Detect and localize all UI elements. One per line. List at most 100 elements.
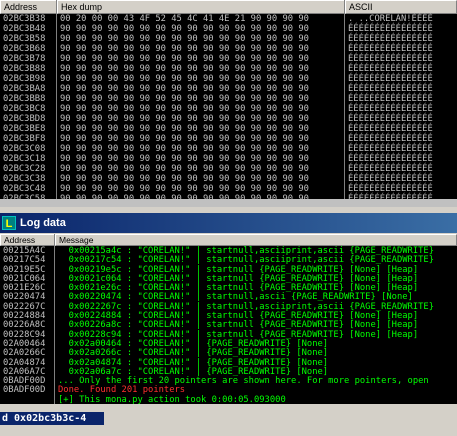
dump-ascii-text: ÉÉÉÉÉÉÉÉÉÉÉÉÉÉÉÉ <box>348 54 433 64</box>
dump-ascii-text: ÉÉÉÉÉÉÉÉÉÉÉÉÉÉÉÉ <box>348 24 433 34</box>
dump-address: 02BC3C28 <box>3 164 46 174</box>
dump-row[interactable]: 02BC3C48 90 90 90 90 90 90 90 90 90 90 90… <box>0 184 457 194</box>
column-header-address[interactable]: Address <box>0 0 57 14</box>
log-rows: 00215A4C 0x00215a4c : "CORELAN!" | start… <box>0 246 457 404</box>
dump-address: 02BC3B58 <box>3 34 46 44</box>
log-row[interactable]: 02A00464 0x02a00464 : "CORELAN!" | {PAGE… <box>0 339 457 349</box>
dump-row[interactable]: 02BC3BF8 90 90 90 90 90 90 90 90 90 90 90… <box>0 134 457 144</box>
dump-address: 02BC3B48 <box>3 24 46 34</box>
dump-address: 02BC3BD8 <box>3 114 46 124</box>
dump-ascii-text: ÉÉÉÉÉÉÉÉÉÉÉÉÉÉÉÉ <box>348 124 433 134</box>
dump-hex-bytes: 90 90 90 90 90 90 90 90 90 90 90 90 90 9… <box>60 114 309 124</box>
dump-ascii-text: ÉÉÉÉÉÉÉÉÉÉÉÉÉÉÉÉ <box>348 154 433 164</box>
dump-row[interactable]: 02BC3BA8 90 90 90 90 90 90 90 90 90 90 90… <box>0 84 457 94</box>
dump-hex-bytes: 90 90 90 90 90 90 90 90 90 90 90 90 90 9… <box>60 134 309 144</box>
dump-hex-bytes: 90 90 90 90 90 90 90 90 90 90 90 90 90 9… <box>60 84 309 94</box>
column-header-ascii[interactable]: ASCII <box>345 0 457 14</box>
dump-row[interactable]: 02BC3B38 00 20 00 00 43 4F 52 45 4C 41 4E… <box>0 14 457 24</box>
dump-ascii-text: ÉÉÉÉÉÉÉÉÉÉÉÉÉÉÉÉ <box>348 74 433 84</box>
log-row[interactable]: 00224884 0x00224884 : "CORELAN!" | start… <box>0 311 457 321</box>
dump-ascii-text: ÉÉÉÉÉÉÉÉÉÉÉÉÉÉÉÉ <box>348 34 433 44</box>
log-row[interactable]: 0BADF00D Done. Found 201 pointers <box>0 385 457 395</box>
log-data-pane[interactable]: Address Message 00215A4C 0x00215a4c : "C… <box>0 234 457 404</box>
dump-address: 02BC3B78 <box>3 54 46 64</box>
dump-address: 02BC3BA8 <box>3 84 46 94</box>
dump-hex-bytes: 90 90 90 90 90 90 90 90 90 90 90 90 90 9… <box>60 174 309 184</box>
column-header-message[interactable]: Message <box>55 234 457 246</box>
dump-ascii-text: ÉÉÉÉÉÉÉÉÉÉÉÉÉÉÉÉ <box>348 64 433 74</box>
log-row[interactable]: 00215A4C 0x00215a4c : "CORELAN!" | start… <box>0 246 457 256</box>
dump-address: 02BC3B68 <box>3 44 46 54</box>
dump-address: 02BC3B98 <box>3 74 46 84</box>
log-row[interactable]: 02A04874 0x02a04874 : "CORELAN!" | {PAGE… <box>0 358 457 368</box>
dump-row[interactable]: 02BC3C28 90 90 90 90 90 90 90 90 90 90 90… <box>0 164 457 174</box>
dump-row[interactable]: 02BC3BD8 90 90 90 90 90 90 90 90 90 90 90… <box>0 114 457 124</box>
dump-ascii-text: . ..CORELAN!ÉÉÉÉ <box>348 14 433 24</box>
dump-row[interactable]: 02BC3B98 90 90 90 90 90 90 90 90 90 90 90… <box>0 74 457 84</box>
log-row[interactable]: 0021C064 0x0021c064 : "CORELAN!" | start… <box>0 274 457 284</box>
dump-hex-bytes: 90 90 90 90 90 90 90 90 90 90 90 90 90 9… <box>60 144 309 154</box>
log-row[interactable]: 00220474 0x00220474 : "CORELAN!" | start… <box>0 292 457 302</box>
dump-hex-bytes: 90 90 90 90 90 90 90 90 90 90 90 90 90 9… <box>60 94 309 104</box>
log-row[interactable]: [+] This mona.py action took 0:00:05.093… <box>0 395 457 404</box>
log-row[interactable]: 02A06A7C 0x02a06a7c : "CORELAN!" | {PAGE… <box>0 367 457 377</box>
dump-row[interactable]: 02BC3B88 90 90 90 90 90 90 90 90 90 90 90… <box>0 64 457 74</box>
dump-address: 02BC3BB8 <box>3 94 46 104</box>
log-window-title: Log data <box>20 217 66 229</box>
dump-hex-bytes: 90 90 90 90 90 90 90 90 90 90 90 90 90 9… <box>60 154 309 164</box>
command-bar <box>0 412 457 436</box>
column-header-address[interactable]: Address <box>0 234 55 246</box>
dump-address: 02BC3C18 <box>3 154 46 164</box>
log-row[interactable]: 00217C54 0x00217c54 : "CORELAN!" | start… <box>0 255 457 265</box>
log-window-title-bar[interactable]: L Log data <box>0 213 457 233</box>
dump-row[interactable]: 02BC3C08 90 90 90 90 90 90 90 90 90 90 90… <box>0 144 457 154</box>
dump-hex-bytes: 90 90 90 90 90 90 90 90 90 90 90 90 90 9… <box>60 64 309 74</box>
dump-ascii-text: ÉÉÉÉÉÉÉÉÉÉÉÉÉÉÉÉ <box>348 104 433 114</box>
dump-row[interactable]: 02BC3BE8 90 90 90 90 90 90 90 90 90 90 90… <box>0 124 457 134</box>
dump-row[interactable]: 02BC3BB8 90 90 90 90 90 90 90 90 90 90 90… <box>0 94 457 104</box>
dump-address: 02BC3B38 <box>3 14 46 24</box>
dump-hex-bytes: 90 90 90 90 90 90 90 90 90 90 90 90 90 9… <box>60 164 309 174</box>
log-row[interactable]: 0022267C 0x0022267c : "CORELAN!" | start… <box>0 302 457 312</box>
dump-ascii-text: ÉÉÉÉÉÉÉÉÉÉÉÉÉÉÉÉ <box>348 174 433 184</box>
dump-address: 02BC3C08 <box>3 144 46 154</box>
dump-hex-bytes: 90 90 90 90 90 90 90 90 90 90 90 90 90 9… <box>60 44 309 54</box>
dump-row[interactable]: 02BC3B68 90 90 90 90 90 90 90 90 90 90 90… <box>0 44 457 54</box>
log-row[interactable]: 00219E5C 0x00219e5c : "CORELAN!" | start… <box>0 265 457 275</box>
status-strip <box>0 404 457 412</box>
dump-address: 02BC3B88 <box>3 64 46 74</box>
dump-hex-bytes: 90 90 90 90 90 90 90 90 90 90 90 90 90 9… <box>60 34 309 44</box>
dump-ascii-text: ÉÉÉÉÉÉÉÉÉÉÉÉÉÉÉÉ <box>348 164 433 174</box>
horizontal-scrollbar[interactable] <box>0 199 457 207</box>
command-input[interactable] <box>0 412 104 425</box>
dump-address: 02BC3C48 <box>3 184 46 194</box>
dump-ascii-text: ÉÉÉÉÉÉÉÉÉÉÉÉÉÉÉÉ <box>348 44 433 54</box>
dump-row[interactable]: 02BC3C18 90 90 90 90 90 90 90 90 90 90 90… <box>0 154 457 164</box>
dump-address: 02BC3C38 <box>3 174 46 184</box>
dump-ascii-text: ÉÉÉÉÉÉÉÉÉÉÉÉÉÉÉÉ <box>348 144 433 154</box>
dump-hex-bytes: 90 90 90 90 90 90 90 90 90 90 90 90 90 9… <box>60 104 309 114</box>
dump-hex-bytes: 90 90 90 90 90 90 90 90 90 90 90 90 90 9… <box>60 54 309 64</box>
column-header-hex-dump[interactable]: Hex dump <box>57 0 345 14</box>
dump-hex-bytes: 00 20 00 00 43 4F 52 45 4C 41 4E 21 90 9… <box>60 14 309 24</box>
dump-hex-bytes: 90 90 90 90 90 90 90 90 90 90 90 90 90 9… <box>60 124 309 134</box>
dump-row[interactable]: 02BC3BC8 90 90 90 90 90 90 90 90 90 90 90… <box>0 104 457 114</box>
log-row[interactable]: 02A0266C 0x02a0266c : "CORELAN!" | {PAGE… <box>0 348 457 358</box>
log-row[interactable]: 0021E26C 0x0021e26c : "CORELAN!" | start… <box>0 283 457 293</box>
log-row[interactable]: 00228C94 0x00228c94 : "CORELAN!" | start… <box>0 330 457 340</box>
hex-dump-pane[interactable]: Address Hex dump ASCII 02BC3B38 00 20 00 … <box>0 0 457 207</box>
dump-hex-bytes: 90 90 90 90 90 90 90 90 90 90 90 90 90 9… <box>60 184 309 194</box>
dump-address: 02BC3BC8 <box>3 104 46 114</box>
dump-row[interactable]: 02BC3B78 90 90 90 90 90 90 90 90 90 90 90… <box>0 54 457 64</box>
dump-hex-bytes: 90 90 90 90 90 90 90 90 90 90 90 90 90 9… <box>60 24 309 34</box>
log-row[interactable]: 0BADF00D... Only the first 20 pointers a… <box>0 376 457 386</box>
dump-ascii-text: ÉÉÉÉÉÉÉÉÉÉÉÉÉÉÉÉ <box>348 114 433 124</box>
dump-ascii-text: ÉÉÉÉÉÉÉÉÉÉÉÉÉÉÉÉ <box>348 184 433 194</box>
dump-ascii-text: ÉÉÉÉÉÉÉÉÉÉÉÉÉÉÉÉ <box>348 94 433 104</box>
dump-row[interactable]: 02BC3B48 90 90 90 90 90 90 90 90 90 90 90… <box>0 24 457 34</box>
log-row[interactable]: 00226A8C 0x00226a8c : "CORELAN!" | start… <box>0 320 457 330</box>
dump-address: 02BC3BF8 <box>3 134 46 144</box>
dump-ascii-text: ÉÉÉÉÉÉÉÉÉÉÉÉÉÉÉÉ <box>348 84 433 94</box>
dump-row[interactable]: 02BC3C38 90 90 90 90 90 90 90 90 90 90 90… <box>0 174 457 184</box>
dump-row[interactable]: 02BC3B58 90 90 90 90 90 90 90 90 90 90 90… <box>0 34 457 44</box>
